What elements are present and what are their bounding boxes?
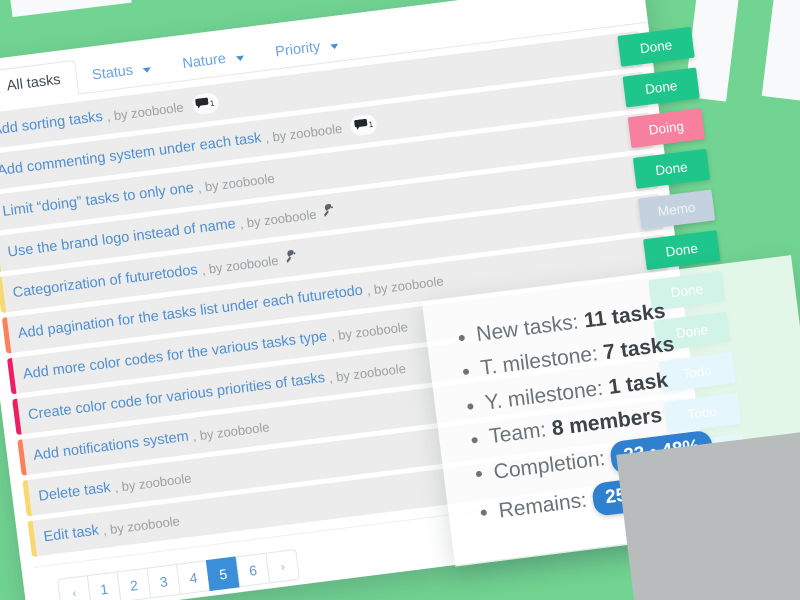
comment-count: 1: [209, 98, 215, 108]
task-author: , by zooboole: [327, 360, 407, 385]
pagination-next-button[interactable]: ›: [265, 548, 301, 584]
key-icon: [322, 203, 337, 221]
stats-value: 8 members: [550, 403, 664, 441]
task-author: , by zooboole: [105, 99, 185, 124]
stats-pill-value: 25 • 52%: [590, 471, 697, 517]
key-icon: [284, 249, 299, 267]
status-badge[interactable]: Done: [622, 67, 700, 108]
stats-label: Remains:: [497, 487, 594, 523]
task-author: , by zooboole: [330, 318, 409, 344]
list-icon: [0, 81, 1, 95]
task-priority-stripe: [1, 317, 12, 354]
task-priority-stripe: [17, 439, 27, 476]
task-title[interactable]: Delete task: [38, 480, 112, 505]
stats-summary-panel: New tasks: 11 tasks T. milestone: 7 tasks…: [421, 255, 800, 567]
task-author: , by zooboole: [238, 206, 318, 231]
task-title[interactable]: Add sorting tasks: [0, 109, 104, 139]
stats-label: Completion:: [492, 446, 613, 485]
task-priority-stripe: [27, 520, 38, 558]
task-author: , by zooboole: [191, 418, 271, 444]
task-priority-stripe: [0, 276, 7, 313]
task-title[interactable]: Add notifications system: [32, 429, 189, 464]
tab-label: Priority: [274, 38, 322, 61]
tab-label: All tasks: [5, 71, 62, 95]
stats-value: 7 tasks: [602, 332, 676, 365]
comment-count-badge[interactable]: 1: [191, 92, 220, 116]
status-badge[interactable]: Done: [632, 148, 711, 189]
task-author: , by zooboole: [101, 512, 181, 538]
comment-count: 1: [368, 119, 374, 129]
task-author: , by zooboole: [113, 469, 193, 495]
chevron-down-icon: [142, 67, 152, 74]
screenshot-stage: All tasks Status Nature Priority Add sor…: [0, 0, 800, 600]
task-priority-stripe: [0, 235, 2, 273]
decorative-wedge-top-left: [8, 0, 132, 18]
decorative-wedge-far-right: [761, 0, 800, 104]
stats-label: Y. milestone:: [483, 375, 611, 415]
speech-bubble-icon: [195, 97, 209, 111]
tab-label: Status: [91, 62, 135, 84]
task-author: , by zooboole: [264, 120, 343, 145]
stats-list: New tasks: 11 tasks T. milestone: 7 tasks…: [453, 283, 800, 531]
task-author: , by zooboole: [200, 252, 280, 277]
chevron-down-icon: [235, 55, 245, 62]
status-badge[interactable]: Memo: [637, 189, 716, 230]
speech-bubble-icon: [354, 118, 368, 133]
task-title[interactable]: Categorization of futuretodos: [12, 262, 199, 301]
stats-label: T. milestone:: [479, 341, 605, 381]
task-author: , by zooboole: [196, 170, 276, 195]
stats-label: New tasks:: [475, 309, 586, 347]
task-author: , by zooboole: [365, 272, 445, 298]
chevron-down-icon: [329, 43, 339, 50]
stats-value: 1 task: [607, 368, 670, 399]
stats-pill-value: 23 • 48%: [608, 429, 715, 476]
task-priority-stripe: [22, 479, 32, 517]
stats-value: 11 tasks: [582, 299, 667, 333]
status-badge[interactable]: Doing: [627, 108, 705, 149]
comment-count-badge[interactable]: 1: [349, 113, 379, 137]
tab-label: Nature: [181, 50, 227, 73]
status-badge[interactable]: Done: [643, 230, 721, 271]
stats-label: Team:: [487, 417, 554, 449]
task-title[interactable]: Edit task: [43, 522, 100, 545]
task-priority-stripe: [12, 398, 22, 435]
task-priority-stripe: [7, 357, 17, 395]
status-badge[interactable]: Done: [617, 26, 695, 67]
